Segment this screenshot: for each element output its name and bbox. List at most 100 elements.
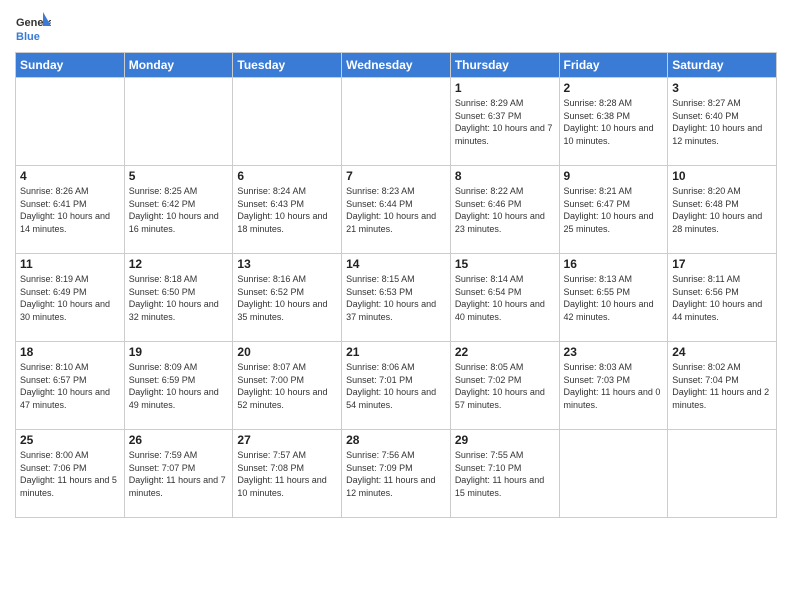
col-sunday: Sunday [16, 53, 125, 78]
day-number: 5 [129, 169, 229, 183]
day-info: Sunrise: 8:18 AM Sunset: 6:50 PM Dayligh… [129, 273, 229, 323]
day-info: Sunrise: 7:57 AM Sunset: 7:08 PM Dayligh… [237, 449, 337, 499]
calendar-cell: 4 Sunrise: 8:26 AM Sunset: 6:41 PM Daylig… [16, 166, 125, 254]
day-info: Sunrise: 8:26 AM Sunset: 6:41 PM Dayligh… [20, 185, 120, 235]
day-info: Sunrise: 8:06 AM Sunset: 7:01 PM Dayligh… [346, 361, 446, 411]
day-number: 16 [564, 257, 664, 271]
col-monday: Monday [124, 53, 233, 78]
day-info: Sunrise: 8:24 AM Sunset: 6:43 PM Dayligh… [237, 185, 337, 235]
day-number: 2 [564, 81, 664, 95]
day-info: Sunrise: 8:19 AM Sunset: 6:49 PM Dayligh… [20, 273, 120, 323]
day-number: 23 [564, 345, 664, 359]
day-number: 29 [455, 433, 555, 447]
calendar-cell: 29 Sunrise: 7:55 AM Sunset: 7:10 PM Dayli… [450, 430, 559, 518]
calendar-cell: 22 Sunrise: 8:05 AM Sunset: 7:02 PM Dayli… [450, 342, 559, 430]
day-number: 6 [237, 169, 337, 183]
day-info: Sunrise: 8:20 AM Sunset: 6:48 PM Dayligh… [672, 185, 772, 235]
svg-text:Blue: Blue [16, 31, 40, 43]
calendar-header-row: Sunday Monday Tuesday Wednesday Thursday… [16, 53, 777, 78]
calendar-cell: 26Sunrise: 7:59 AM Sunset: 7:07 PM Dayli… [124, 430, 233, 518]
col-friday: Friday [559, 53, 668, 78]
calendar-cell: 15 Sunrise: 8:14 AM Sunset: 6:54 PM Dayli… [450, 254, 559, 342]
calendar-cell: 5 Sunrise: 8:25 AM Sunset: 6:42 PM Daylig… [124, 166, 233, 254]
calendar-cell [668, 430, 777, 518]
calendar-cell [342, 78, 451, 166]
day-number: 24 [672, 345, 772, 359]
calendar-cell: 25 Sunrise: 8:00 AM Sunset: 7:06 PM Dayli… [16, 430, 125, 518]
day-info: Sunrise: 8:28 AM Sunset: 6:38 PM Dayligh… [564, 97, 664, 147]
calendar-cell [233, 78, 342, 166]
calendar-table: Sunday Monday Tuesday Wednesday Thursday… [15, 52, 777, 518]
day-number: 19 [129, 345, 229, 359]
day-number: 11 [20, 257, 120, 271]
calendar-cell: 23 Sunrise: 8:03 AM Sunset: 7:03 PM Dayli… [559, 342, 668, 430]
calendar-cell: 24Sunrise: 8:02 AM Sunset: 7:04 PM Dayli… [668, 342, 777, 430]
day-number: 10 [672, 169, 772, 183]
day-number: 25 [20, 433, 120, 447]
calendar-cell: 13 Sunrise: 8:16 AM Sunset: 6:52 PM Dayli… [233, 254, 342, 342]
day-number: 27 [237, 433, 337, 447]
day-info: Sunrise: 8:27 AM Sunset: 6:40 PM Dayligh… [672, 97, 772, 147]
day-number: 9 [564, 169, 664, 183]
week-row-3: 11 Sunrise: 8:19 AM Sunset: 6:49 PM Dayli… [16, 254, 777, 342]
day-number: 8 [455, 169, 555, 183]
col-thursday: Thursday [450, 53, 559, 78]
generalblue-logo-icon: General Blue [15, 10, 51, 46]
calendar-cell: 10 Sunrise: 8:20 AM Sunset: 6:48 PM Dayli… [668, 166, 777, 254]
day-info: Sunrise: 8:05 AM Sunset: 7:02 PM Dayligh… [455, 361, 555, 411]
day-number: 20 [237, 345, 337, 359]
calendar-cell: 7 Sunrise: 8:23 AM Sunset: 6:44 PM Daylig… [342, 166, 451, 254]
calendar-cell: 27 Sunrise: 7:57 AM Sunset: 7:08 PM Dayli… [233, 430, 342, 518]
day-number: 7 [346, 169, 446, 183]
day-number: 14 [346, 257, 446, 271]
calendar-cell: 11 Sunrise: 8:19 AM Sunset: 6:49 PM Dayli… [16, 254, 125, 342]
calendar-cell: 2 Sunrise: 8:28 AM Sunset: 6:38 PM Daylig… [559, 78, 668, 166]
day-info: Sunrise: 8:03 AM Sunset: 7:03 PM Dayligh… [564, 361, 664, 411]
day-info: Sunrise: 8:23 AM Sunset: 6:44 PM Dayligh… [346, 185, 446, 235]
day-info: Sunrise: 7:56 AM Sunset: 7:09 PM Dayligh… [346, 449, 446, 499]
day-info: Sunrise: 7:55 AM Sunset: 7:10 PM Dayligh… [455, 449, 555, 499]
calendar-cell: 6 Sunrise: 8:24 AM Sunset: 6:43 PM Daylig… [233, 166, 342, 254]
calendar-cell: 20 Sunrise: 8:07 AM Sunset: 7:00 PM Dayli… [233, 342, 342, 430]
day-number: 17 [672, 257, 772, 271]
week-row-5: 25 Sunrise: 8:00 AM Sunset: 7:06 PM Dayli… [16, 430, 777, 518]
day-info: Sunrise: 8:29 AM Sunset: 6:37 PM Dayligh… [455, 97, 555, 147]
day-info: Sunrise: 8:14 AM Sunset: 6:54 PM Dayligh… [455, 273, 555, 323]
day-number: 21 [346, 345, 446, 359]
day-number: 13 [237, 257, 337, 271]
day-info: Sunrise: 8:25 AM Sunset: 6:42 PM Dayligh… [129, 185, 229, 235]
calendar-cell: 19 Sunrise: 8:09 AM Sunset: 6:59 PM Dayli… [124, 342, 233, 430]
day-info: Sunrise: 8:13 AM Sunset: 6:55 PM Dayligh… [564, 273, 664, 323]
calendar-cell: 17 Sunrise: 8:11 AM Sunset: 6:56 PM Dayli… [668, 254, 777, 342]
day-info: Sunrise: 8:09 AM Sunset: 6:59 PM Dayligh… [129, 361, 229, 411]
calendar-cell: 12 Sunrise: 8:18 AM Sunset: 6:50 PM Dayli… [124, 254, 233, 342]
day-info: Sunrise: 8:15 AM Sunset: 6:53 PM Dayligh… [346, 273, 446, 323]
day-number: 15 [455, 257, 555, 271]
day-info: Sunrise: 8:16 AM Sunset: 6:52 PM Dayligh… [237, 273, 337, 323]
logo: General Blue [15, 10, 51, 46]
day-number: 4 [20, 169, 120, 183]
calendar-cell: 16 Sunrise: 8:13 AM Sunset: 6:55 PM Dayli… [559, 254, 668, 342]
day-number: 18 [20, 345, 120, 359]
col-saturday: Saturday [668, 53, 777, 78]
day-number: 3 [672, 81, 772, 95]
day-info: Sunrise: 7:59 AM Sunset: 7:07 PM Dayligh… [129, 449, 229, 499]
day-info: Sunrise: 8:07 AM Sunset: 7:00 PM Dayligh… [237, 361, 337, 411]
day-info: Sunrise: 8:22 AM Sunset: 6:46 PM Dayligh… [455, 185, 555, 235]
day-info: Sunrise: 8:21 AM Sunset: 6:47 PM Dayligh… [564, 185, 664, 235]
week-row-4: 18 Sunrise: 8:10 AM Sunset: 6:57 PM Dayli… [16, 342, 777, 430]
calendar-cell: 14 Sunrise: 8:15 AM Sunset: 6:53 PM Dayli… [342, 254, 451, 342]
day-info: Sunrise: 8:10 AM Sunset: 6:57 PM Dayligh… [20, 361, 120, 411]
day-number: 12 [129, 257, 229, 271]
day-number: 22 [455, 345, 555, 359]
calendar-cell: 3 Sunrise: 8:27 AM Sunset: 6:40 PM Daylig… [668, 78, 777, 166]
week-row-2: 4 Sunrise: 8:26 AM Sunset: 6:41 PM Daylig… [16, 166, 777, 254]
calendar-cell [16, 78, 125, 166]
calendar-cell: 21 Sunrise: 8:06 AM Sunset: 7:01 PM Dayli… [342, 342, 451, 430]
day-info: Sunrise: 8:00 AM Sunset: 7:06 PM Dayligh… [20, 449, 120, 499]
week-row-1: 1Sunrise: 8:29 AM Sunset: 6:37 PM Daylig… [16, 78, 777, 166]
day-info: Sunrise: 8:11 AM Sunset: 6:56 PM Dayligh… [672, 273, 772, 323]
calendar-cell: 9 Sunrise: 8:21 AM Sunset: 6:47 PM Daylig… [559, 166, 668, 254]
col-tuesday: Tuesday [233, 53, 342, 78]
calendar-cell: 8 Sunrise: 8:22 AM Sunset: 6:46 PM Daylig… [450, 166, 559, 254]
